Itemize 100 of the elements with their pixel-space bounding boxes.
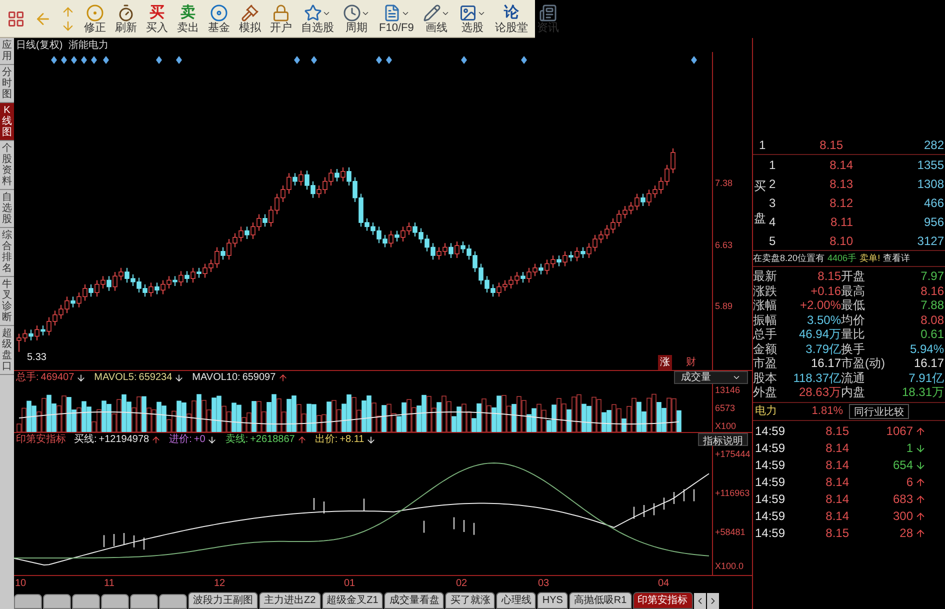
indicator-tab[interactable]: 波段力王副图 [188, 592, 258, 609]
stat-value: 46.94万 [798, 327, 841, 342]
scroll-left-button[interactable] [694, 593, 706, 609]
axis-label: +58481 [715, 526, 746, 539]
toolbar-button[interactable]: 周期 [340, 1, 373, 37]
indicator-tab[interactable]: 高抛低吸R1 [568, 592, 632, 609]
up-arrow-icon [61, 5, 75, 19]
candlestick [292, 172, 298, 186]
scroll-right-button[interactable] [706, 593, 719, 609]
indicator-tab[interactable]: 主力进出Z2 [259, 592, 321, 609]
axis-label: +116963 [715, 487, 750, 500]
legend-value: 659097 [242, 371, 276, 385]
legend-label: 出价: [314, 432, 338, 447]
toolbar-button[interactable]: 选股 [456, 1, 489, 37]
indicator-tab[interactable]: 超级金叉Z1 [322, 592, 384, 609]
axis-label: X100 [715, 420, 736, 433]
sidebar-tab[interactable]: 综合排名 [0, 228, 14, 277]
indicator-tab[interactable]: HYS [537, 592, 568, 609]
axis-label: +175444 [715, 448, 750, 461]
details-link[interactable]: 查看详 [883, 252, 910, 266]
toolbar-button[interactable]: 开户 [267, 1, 295, 37]
tick-time: 14:59 [754, 474, 786, 491]
tick-time: 14:59 [754, 457, 786, 474]
candlestick [340, 166, 346, 182]
candlestick [574, 246, 580, 262]
indicator-tab[interactable]: 心理线 [496, 592, 536, 609]
candlestick [40, 325, 46, 336]
candlestick [220, 246, 226, 260]
stat-label: 最新 [753, 269, 778, 284]
candlestick [28, 329, 34, 341]
stat-label: 市盈(动) [841, 356, 886, 370]
candlestick [244, 226, 250, 240]
indicator-tab[interactable]: 买了就涨 [445, 592, 496, 609]
toolbar-button[interactable]: 模拟 [236, 1, 264, 37]
indicator-dropdown[interactable]: 成交量 [674, 371, 748, 384]
sidebar-tab[interactable]: 超级盘口 [0, 326, 14, 375]
toolbar-button[interactable]: 画线 [420, 1, 453, 37]
order-price: 8.10 [828, 232, 853, 250]
stat-label: 涨跌 [753, 284, 778, 298]
order-level: 4 [769, 214, 777, 230]
toolbar-button[interactable]: 论 论股堂 [492, 1, 531, 37]
glyph-icon: 卖 [180, 4, 196, 22]
tick-price: 8.14 [824, 440, 849, 457]
candlestick [538, 263, 544, 275]
sidebar-tab[interactable]: 应用 [0, 38, 14, 65]
candlestick [562, 250, 568, 267]
tick-time: 14:59 [754, 508, 786, 525]
candlestick [106, 276, 112, 292]
tick-price: 8.14 [824, 474, 849, 491]
tick-time: 14:59 [754, 423, 786, 440]
indicator-help-button[interactable]: 指标说明 [698, 433, 748, 446]
stat-label: 总手 [753, 327, 778, 342]
gavel-icon [241, 4, 259, 22]
toolbar-button[interactable]: 基金 [205, 1, 233, 37]
axis-label: 5.89 [715, 300, 733, 313]
axis-label: 6.63 [715, 238, 733, 252]
tick-time: 14:59 [754, 491, 786, 508]
newspaper-icon [538, 4, 557, 22]
sidebar-tab[interactable]: 个股资料 [0, 141, 14, 190]
tick-price: 8.15 [824, 423, 849, 440]
toolbar-button[interactable]: F10/F9 [376, 1, 417, 37]
document-icon [382, 4, 401, 22]
caret-icon [732, 373, 741, 382]
stat-value: 28.63万 [798, 385, 841, 400]
candlestick [568, 250, 574, 262]
sidebar-tab[interactable]: K线图 [0, 103, 14, 141]
stat-label: 涨幅 [753, 298, 778, 312]
buy-side-label: 买盘 [754, 178, 766, 226]
toolbar-button[interactable]: 修正 [81, 1, 109, 37]
tick-volume: 6 [905, 474, 913, 491]
stat-label: 振幅 [753, 312, 778, 327]
low-price-label: 5.33 [27, 350, 46, 365]
toolbar-button[interactable]: 买 买入 [143, 1, 171, 37]
tick-volume: 1 [905, 440, 913, 457]
axis-label: 6573 [715, 402, 736, 415]
stat-label: 市盈 [753, 356, 778, 370]
sidebar-tab[interactable]: 牛叉诊断 [0, 277, 14, 326]
grid-icon [7, 10, 25, 28]
order-price: 8.14 [828, 156, 853, 174]
industry-compare-button[interactable]: 同行业比较 [849, 404, 909, 418]
sidebar-tab[interactable]: 分时图 [0, 65, 14, 103]
indicator-tab[interactable]: 成交量看盘 [384, 592, 444, 609]
stat-label: 量比 [841, 327, 866, 342]
toolbar-button[interactable]: 自选股 [298, 1, 337, 37]
tick-price: 8.14 [824, 491, 849, 508]
stat-label: 最高 [841, 284, 866, 298]
stat-value: 3.50% [806, 312, 841, 327]
order-volume: 1308 [916, 176, 945, 192]
tick-volume: 28 [898, 525, 913, 542]
stat-label: 换手 [841, 342, 866, 356]
tick-volume: 300 [892, 508, 913, 525]
sidebar-tab[interactable]: 自选股 [0, 190, 14, 228]
candlestick [178, 270, 184, 286]
stat-value: 16.17 [912, 356, 945, 370]
indicator-tab[interactable]: 印第安指标 [632, 592, 693, 609]
industry-change: 1.81% [810, 404, 843, 419]
picture-icon [458, 4, 477, 22]
toolbar-button[interactable]: 刷新 [112, 1, 140, 37]
toolbar-button[interactable]: 卖 卖出 [174, 1, 202, 37]
tick-time: 14:59 [754, 440, 786, 457]
